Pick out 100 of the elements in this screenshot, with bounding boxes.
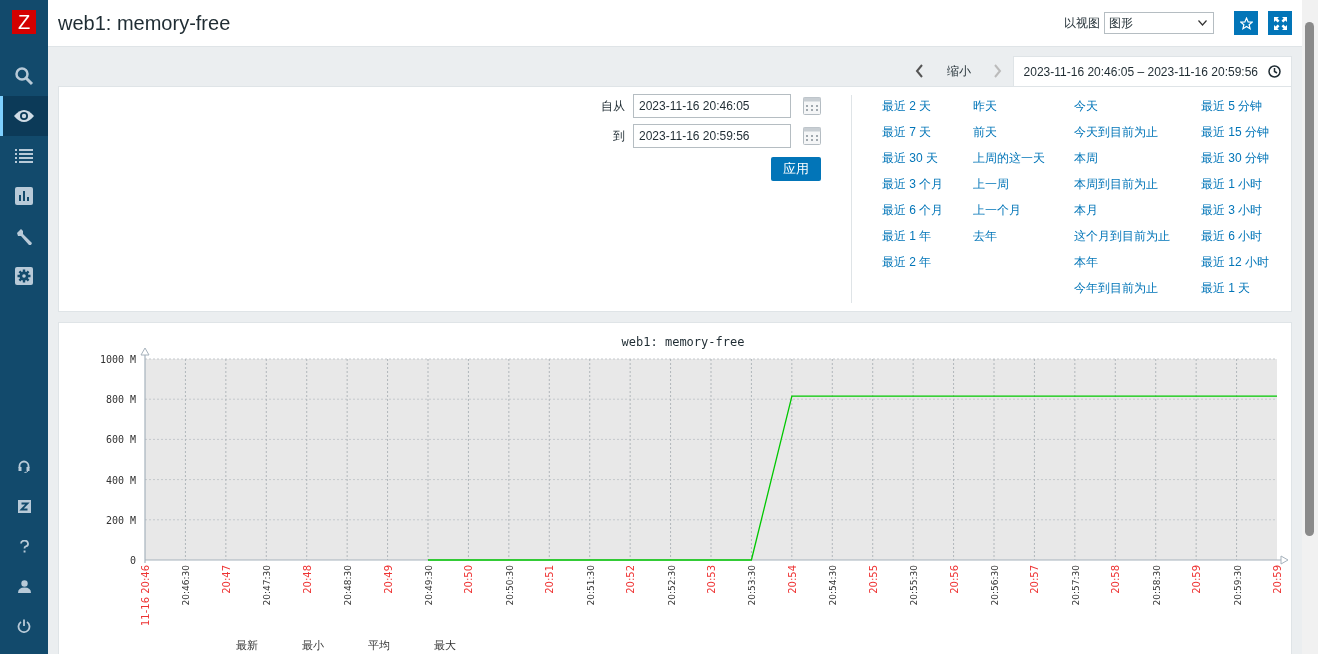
legend-column-header: 最大 bbox=[434, 639, 456, 651]
view-label: 以视图 bbox=[1064, 14, 1100, 32]
y-axis-label: 800 M bbox=[105, 394, 136, 406]
x-axis-label: 20:54:30 bbox=[828, 565, 839, 606]
scrollbar[interactable] bbox=[1302, 0, 1318, 654]
zoom-out-button[interactable]: 缩小 bbox=[934, 56, 983, 86]
x-axis-label: 20:58:30 bbox=[1151, 565, 1162, 606]
x-axis-label: 20:52 bbox=[625, 565, 637, 594]
settings-icon bbox=[15, 267, 33, 285]
quick-range-link[interactable]: 最近 6 小时 bbox=[1201, 228, 1291, 254]
quick-range-link[interactable]: 最近 1 小时 bbox=[1201, 176, 1291, 202]
y-axis-label: 200 M bbox=[105, 514, 136, 526]
headset-icon bbox=[18, 459, 30, 473]
quick-range-link[interactable]: 本年 bbox=[1074, 254, 1201, 280]
x-axis-label: 20:59 bbox=[1272, 565, 1283, 594]
quick-range-link[interactable]: 本月 bbox=[1074, 202, 1201, 228]
time-range-tab[interactable]: 2023-11-16 20:46:05 – 2023-11-16 20:59:56 bbox=[1012, 56, 1292, 86]
y-axis-label: 400 M bbox=[105, 474, 136, 486]
quick-range-link[interactable]: 最近 1 天 bbox=[1201, 280, 1291, 306]
chevron-right-icon bbox=[993, 64, 1003, 78]
x-axis-label: 20:57:30 bbox=[1070, 565, 1081, 606]
y-axis-label: 0 bbox=[129, 555, 136, 566]
quick-range-link[interactable]: 最近 30 分钟 bbox=[1201, 150, 1291, 176]
from-date-field[interactable]: 2023-11-16 20:46:05 bbox=[633, 94, 791, 118]
x-axis-label: 20:51 bbox=[544, 565, 556, 594]
quick-range-link[interactable]: 昨天 bbox=[973, 98, 1074, 124]
x-axis-label: 20:48 bbox=[301, 565, 313, 594]
x-axis-label: 20:51:30 bbox=[585, 565, 596, 606]
quick-range-link[interactable]: 这个月到目前为止 bbox=[1074, 228, 1201, 254]
x-axis-label: 20:49 bbox=[382, 565, 394, 594]
scrollbar-thumb[interactable] bbox=[1305, 22, 1314, 536]
apply-button[interactable]: 应用 bbox=[771, 157, 821, 181]
quick-range-link[interactable]: 最近 2 天 bbox=[882, 98, 973, 124]
x-axis-label: 20:57 bbox=[1029, 565, 1041, 594]
x-axis-label: 20:59 bbox=[1191, 565, 1203, 594]
x-axis-label: 20:54 bbox=[786, 565, 798, 594]
x-axis-label: 20:53 bbox=[706, 565, 717, 594]
x-axis-label: 20:55 bbox=[867, 565, 879, 594]
quick-range-link[interactable]: 最近 7 天 bbox=[882, 124, 973, 150]
legend-column-header: 平均 bbox=[368, 639, 390, 651]
eye-icon bbox=[13, 109, 35, 123]
power-icon bbox=[17, 619, 31, 633]
quick-range-link[interactable]: 最近 6 个月 bbox=[882, 202, 973, 228]
quick-range-link[interactable]: 最近 3 小时 bbox=[1201, 202, 1291, 228]
quick-range-link[interactable]: 最近 15 分钟 bbox=[1201, 124, 1291, 150]
quick-range-link[interactable]: 上一周 bbox=[973, 176, 1074, 202]
quick-range-link[interactable]: 本周 bbox=[1074, 150, 1201, 176]
share-icon bbox=[17, 499, 31, 513]
x-axis-label: 20:46:30 bbox=[181, 565, 192, 606]
x-axis-label: 20:50 bbox=[463, 565, 475, 594]
x-axis-label: 20:56:30 bbox=[990, 565, 1000, 606]
to-label: 到 bbox=[613, 127, 625, 145]
quick-range-link[interactable]: 最近 12 小时 bbox=[1201, 254, 1291, 280]
chevron-left-icon bbox=[915, 64, 925, 78]
quick-range-link[interactable]: 前天 bbox=[973, 124, 1074, 150]
chart-title: web1: memory-free bbox=[621, 335, 745, 349]
x-axis-label: 11-16 20:46 bbox=[140, 565, 151, 627]
fullscreen-button[interactable] bbox=[1268, 11, 1292, 35]
from-label: 自从 bbox=[601, 97, 625, 115]
quick-range-link[interactable]: 本周到目前为止 bbox=[1074, 176, 1201, 202]
quick-range-link[interactable]: 最近 3 个月 bbox=[882, 176, 973, 202]
x-axis-label: 20:58 bbox=[1110, 565, 1122, 594]
quick-range-link[interactable]: 最近 5 分钟 bbox=[1201, 98, 1291, 124]
user-icon bbox=[17, 579, 31, 593]
search-icon bbox=[14, 66, 34, 86]
page-title: web1: memory-free bbox=[58, 11, 231, 35]
legend-column-header: 最新 bbox=[236, 639, 258, 651]
x-axis-label: 20:59:30 bbox=[1232, 565, 1243, 606]
y-axis-label: 600 M bbox=[105, 434, 136, 446]
quick-range-link[interactable]: 最近 1 年 bbox=[882, 228, 973, 254]
bar-chart-icon bbox=[15, 187, 33, 205]
list-icon bbox=[15, 149, 33, 163]
x-axis-label: 20:49:30 bbox=[424, 565, 434, 606]
help-icon bbox=[19, 539, 29, 553]
logo[interactable]: Z bbox=[12, 10, 36, 34]
quick-range-link[interactable]: 今天到目前为止 bbox=[1074, 124, 1201, 150]
x-axis-label: 20:53:30 bbox=[747, 565, 758, 606]
quick-range-link[interactable]: 今天 bbox=[1074, 98, 1201, 124]
to-date-field[interactable]: 2023-11-16 20:59:56 bbox=[633, 124, 791, 148]
view-select[interactable]: 图形 bbox=[1104, 12, 1214, 34]
chevron-down-icon bbox=[1198, 20, 1207, 26]
x-axis-label: 20:50:30 bbox=[504, 565, 515, 606]
x-axis-label: 20:55:30 bbox=[909, 565, 920, 606]
quick-range-link[interactable]: 最近 2 年 bbox=[882, 254, 973, 280]
x-axis-label: 20:52:30 bbox=[666, 565, 677, 606]
fullscreen-icon bbox=[1273, 16, 1287, 30]
quick-range-link[interactable]: 今年到目前为止 bbox=[1074, 280, 1201, 306]
quick-range-link[interactable]: 最近 30 天 bbox=[882, 150, 973, 176]
clock-icon bbox=[1268, 65, 1281, 78]
wrench-icon bbox=[14, 226, 34, 246]
x-axis-label: 20:48:30 bbox=[343, 565, 354, 606]
x-axis-label: 20:47:30 bbox=[262, 565, 273, 606]
x-axis-label: 20:56 bbox=[948, 565, 960, 594]
quick-range-link[interactable]: 上一个月 bbox=[973, 202, 1074, 228]
quick-range-link[interactable]: 去年 bbox=[973, 228, 1074, 254]
sidebar-item[interactable] bbox=[0, 96, 48, 136]
quick-range-link[interactable]: 上周的这一天 bbox=[973, 150, 1074, 176]
legend-column-header: 最小 bbox=[302, 639, 324, 651]
favorite-button[interactable] bbox=[1234, 11, 1258, 35]
star-icon bbox=[1239, 16, 1253, 30]
